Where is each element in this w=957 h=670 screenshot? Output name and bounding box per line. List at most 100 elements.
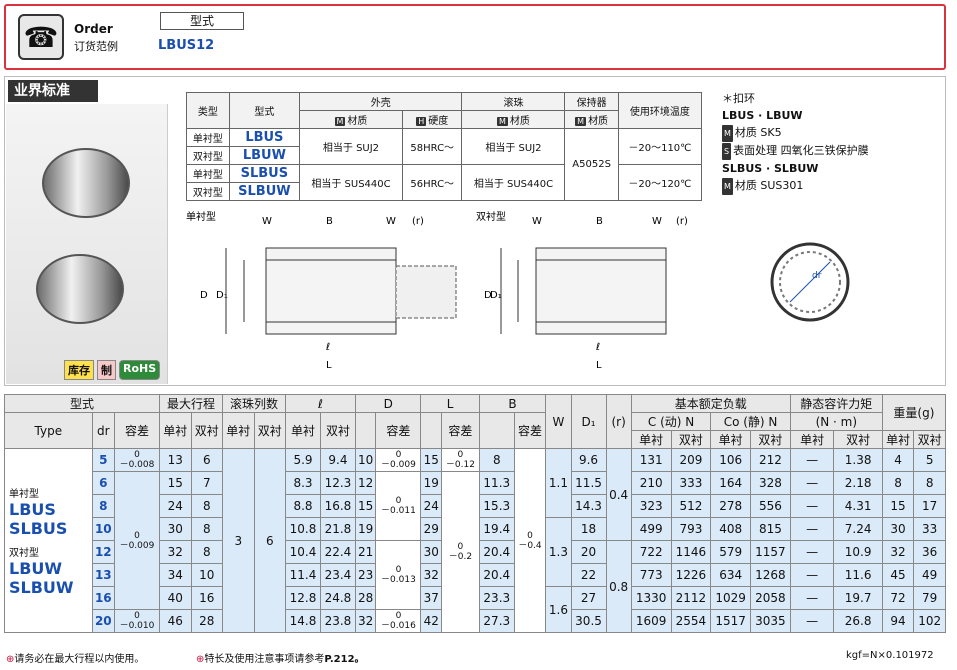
value-cell: 36 bbox=[913, 540, 946, 564]
th-load: 基本额定负载 bbox=[630, 394, 791, 413]
th-Type: Type bbox=[4, 412, 93, 449]
material-table: 类型 型式 外壳 滚珠 保持器 使用环境温度 M 材质 H 硬度 M 材质 M 材质 单衬型 LBUS 相当… bbox=[186, 92, 703, 201]
mat-model-2: LBUW bbox=[228, 146, 300, 165]
th-B-tol: 容差 bbox=[513, 412, 547, 449]
drawing-r-single: (r) bbox=[412, 216, 424, 227]
value-cell: 499 bbox=[630, 517, 672, 541]
D1-cell: 30.5 bbox=[570, 609, 607, 633]
dr-tol: 0 －0.009 bbox=[113, 471, 161, 610]
D1-cell: 20 bbox=[570, 540, 607, 564]
th-C: C (动) N bbox=[630, 412, 712, 431]
l-cell: 12.8 bbox=[285, 586, 321, 610]
notes-title: ＊扣环 bbox=[722, 92, 755, 105]
spec-body: 单衬型 LBUS SLBUS 双衬型 LBUW SLBUW 5 0 －0.008 13 6 3 6 5.9… bbox=[4, 448, 946, 633]
B-cell: 20.4 bbox=[478, 540, 515, 564]
th-M-double: 双衬 bbox=[833, 430, 883, 449]
th-model-type: 型式 bbox=[4, 394, 160, 413]
th-Co-single: 单衬 bbox=[710, 430, 752, 449]
footer-note1: ⊕请务必在最大行程以内使用。 bbox=[6, 654, 145, 665]
mat-type-2: 双衬型 bbox=[186, 146, 230, 165]
value-cell: — bbox=[789, 563, 835, 587]
stroke-cell: 40 bbox=[159, 586, 192, 610]
product-photo: 库存 制 RoHS bbox=[6, 104, 168, 384]
stroke-cell: 8 bbox=[190, 517, 224, 541]
order-label-zh: 订货范例 bbox=[74, 40, 118, 53]
D-cell: 12 bbox=[354, 471, 377, 495]
D1-cell: 9.6 bbox=[570, 448, 607, 472]
value-cell: 3035 bbox=[750, 609, 791, 633]
rohs-badge: RoHS bbox=[119, 360, 161, 380]
drawing-B-double: B bbox=[596, 216, 603, 227]
spec-row: 单衬型 LBUS SLBUS 双衬型 LBUW SLBUW 5 0 －0.008 13 6 3 6 5.9… bbox=[4, 448, 946, 633]
th-w-single: 单衬 bbox=[881, 430, 915, 449]
bearing-image-1 bbox=[42, 148, 130, 218]
th-w-double: 双衬 bbox=[913, 430, 946, 449]
th-C-double: 双衬 bbox=[670, 430, 712, 449]
value-cell: 7.24 bbox=[833, 517, 883, 541]
value-cell: 10.9 bbox=[833, 540, 883, 564]
spec-row: 6 0 －0.009 15 7 8.3 12.3 12 0 －0.011 19 0 －0.2 11.3 11… bbox=[5, 471, 946, 633]
th-dr: dr bbox=[91, 412, 115, 449]
value-cell: — bbox=[789, 609, 835, 633]
th-l-double: 双衬 bbox=[319, 412, 356, 449]
value-cell: 1226 bbox=[670, 563, 712, 587]
B-cell: 23.3 bbox=[478, 586, 515, 610]
dr-cell: 16 bbox=[91, 586, 115, 610]
value-cell: 1609 bbox=[630, 609, 672, 633]
value-cell: — bbox=[789, 448, 835, 472]
D-cell: 10 bbox=[354, 448, 377, 472]
order-type-header: 型式 bbox=[160, 12, 244, 30]
r-cell: 0.8 bbox=[605, 540, 632, 633]
B-cell: 20.4 bbox=[478, 563, 515, 587]
value-cell: 106 bbox=[710, 448, 752, 472]
th-D-tol: 容差 bbox=[375, 412, 422, 449]
B-cell: 15.3 bbox=[478, 494, 515, 518]
value-cell: 5 bbox=[913, 448, 946, 472]
drawing-D1-single: D₁ bbox=[216, 290, 228, 301]
th-B: B bbox=[478, 394, 547, 413]
stroke-cell: 8 bbox=[190, 540, 224, 564]
th-rows-double: 双衬 bbox=[253, 412, 287, 449]
drawing-l-double: ℓ bbox=[596, 342, 600, 353]
drawing-single-label: 单衬型 bbox=[186, 210, 216, 223]
dr-tol: 0 －0.010 bbox=[113, 609, 161, 633]
value-cell: — bbox=[789, 494, 835, 518]
standard-title: 业界标准 bbox=[8, 80, 98, 102]
drawing-D1-double: D₁ bbox=[490, 290, 502, 301]
D-cell: 15 bbox=[354, 494, 377, 518]
L-cell: 24 bbox=[420, 494, 442, 518]
dr-cell: 13 bbox=[91, 563, 115, 587]
l-cell: 5.9 bbox=[285, 448, 321, 472]
stroke-cell: 28 bbox=[190, 609, 224, 633]
footer-ref[interactable]: P.212。 bbox=[324, 654, 364, 665]
th-rows-single: 单衬 bbox=[222, 412, 255, 449]
value-cell: 722 bbox=[630, 540, 672, 564]
retaining-ring-notes: ＊扣环 LBUS · LBUW M 材质 SK5 S 表面处理 四氧化三铁保护膜 S… bbox=[722, 90, 869, 195]
stroke-cell: 8 bbox=[190, 494, 224, 518]
value-cell: 164 bbox=[710, 471, 752, 495]
value-cell: 45 bbox=[881, 563, 915, 587]
footer-note2-text: 特长及使用注意事项请参考 bbox=[204, 654, 325, 665]
L-tol: 0 －0.2 bbox=[440, 471, 480, 633]
value-cell: 408 bbox=[710, 517, 752, 541]
ring-section-drawing: dr bbox=[770, 242, 850, 322]
mat-model-3: SLBUS bbox=[228, 164, 300, 183]
stroke-cell: 13 bbox=[159, 448, 192, 472]
L-cell: 15 bbox=[420, 448, 442, 472]
stroke-cell: 6 bbox=[190, 448, 224, 472]
value-cell: — bbox=[789, 540, 835, 564]
D-tol: 0 －0.013 bbox=[375, 540, 422, 610]
env-temp-1: －20～110℃ bbox=[617, 128, 703, 165]
l-cell: 10.8 bbox=[285, 517, 321, 541]
drawing-L-single: L bbox=[326, 360, 332, 371]
l-cell: 11.4 bbox=[285, 563, 321, 587]
value-cell: 212 bbox=[750, 448, 791, 472]
W-cell: 1.6 bbox=[545, 586, 572, 633]
value-cell: — bbox=[789, 471, 835, 495]
shell-hard-2: 56HRC～ bbox=[401, 164, 463, 201]
l-cell: 9.4 bbox=[319, 448, 356, 472]
value-cell: 15 bbox=[881, 494, 915, 518]
drawing-W1-double: W bbox=[532, 216, 542, 227]
type-group: 单衬型 LBUS SLBUS 双衬型 LBUW SLBUW bbox=[4, 448, 93, 633]
drawing-L-double: L bbox=[596, 360, 602, 371]
